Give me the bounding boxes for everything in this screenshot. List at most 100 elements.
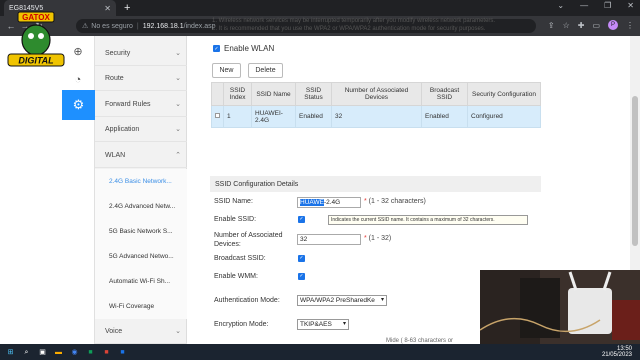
cell-index: 1 (223, 105, 252, 128)
assoc-label-line1: Number of Associated (214, 232, 283, 239)
task-view-icon[interactable]: ▣ (37, 347, 48, 358)
broadcast-ssid-checkbox[interactable]: ✓ (298, 255, 305, 262)
delete-button[interactable]: Delete (248, 63, 283, 78)
auth-mode-select[interactable]: WPA/WPA2 PreSharedKe ▾ (297, 295, 387, 306)
encryption-mode-select[interactable]: TKIP&AES ▾ (297, 319, 349, 330)
submenu-24g-basic[interactable]: 2.4G Basic Network... (95, 169, 187, 194)
cam-router-box (520, 278, 560, 338)
profile-avatar[interactable]: P (608, 20, 618, 30)
menu-item-voice[interactable]: Voice ⌄ (95, 319, 187, 344)
menu-icon[interactable]: ⋮ (626, 21, 634, 30)
search-icon[interactable]: ⌕ (21, 347, 32, 358)
assoc-hint-text: (1 - 32) (368, 235, 392, 242)
warning-icon[interactable]: ⚠ (82, 22, 88, 30)
extensions-icon[interactable]: ✚ (578, 21, 585, 30)
icon-column: ⊕ ◔ ⚙ (62, 36, 95, 344)
encryption-mode-value: TKIP&AES (300, 321, 332, 328)
logo-eye-left (28, 33, 34, 39)
assoc-label-line2: Devices: (214, 241, 241, 248)
table-row[interactable]: 1 HUAWEI-2.4G Enabled 32 Enabled Configu… (211, 105, 541, 128)
menu-label: Forward Rules (105, 100, 151, 108)
new-tab-icon[interactable]: + (124, 2, 130, 14)
enable-ssid-checkbox[interactable]: ✓ (298, 216, 305, 223)
col-broadcast-ssid: Broadcast SSID (421, 82, 468, 106)
row-checkbox[interactable] (215, 113, 220, 118)
cam-red-box (612, 300, 640, 340)
minimize-icon[interactable]: — (580, 1, 588, 10)
clock-date: 21/05/2023 (601, 352, 632, 358)
add-circle-icon[interactable]: ⊕ (70, 44, 86, 60)
maximize-icon[interactable]: ❐ (604, 1, 611, 10)
enable-wmm-checkbox[interactable]: ✓ (298, 273, 305, 280)
taskbar-clock[interactable]: 13:50 21/05/2023 (602, 346, 632, 358)
url-path: /index.asp (183, 22, 216, 30)
logo-cat-head (21, 24, 51, 56)
submenu-24g-advanced[interactable]: 2.4G Advanced Netw... (95, 194, 187, 219)
gear-icon[interactable]: ⚙ (62, 90, 95, 120)
ssid-table-header: SSID Index SSID Name SSID Status Number … (211, 82, 541, 106)
col-associated-devices: Number of Associated Devices (331, 82, 422, 106)
cell-devices: 32 (331, 105, 422, 128)
share-icon[interactable]: ⇪ (548, 21, 555, 30)
notes: 1. Wireless network services may be inte… (212, 17, 495, 33)
close-tab-icon[interactable]: ✕ (104, 4, 111, 13)
cell-broadcast: Enabled (421, 105, 468, 128)
sidepanel-icon[interactable]: ▭ (592, 21, 600, 30)
chrome-icon[interactable]: ◉ (69, 347, 80, 358)
menu-item-application[interactable]: Application ⌄ (95, 117, 187, 142)
scrollbar-thumb[interactable] (632, 96, 638, 246)
enable-wmm-label: Enable WMM: (214, 273, 258, 280)
assoc-devices-input[interactable]: 32 (297, 234, 361, 245)
menu-item-forward-rules[interactable]: Forward Rules ⌄ (95, 92, 187, 117)
ssid-name-input[interactable]: HUAWE-2.4G (297, 197, 361, 208)
chevron-down-icon: ⌄ (175, 126, 181, 133)
enable-wlan-label: Enable WLAN (224, 44, 275, 53)
url-text: 192.168.18.1/index.asp (143, 23, 216, 30)
submenu-5g-basic[interactable]: 5G Basic Network S... (95, 219, 187, 244)
app-icon[interactable]: ■ (85, 347, 96, 358)
menu-item-route[interactable]: Route ⌄ (95, 66, 187, 91)
webcam-overlay (480, 270, 640, 344)
auth-mode-value: WPA/WPA2 PreSharedKe (300, 297, 375, 304)
submenu-auto-wifi-share[interactable]: Automatic Wi-Fi Sh... (95, 269, 187, 294)
chevron-down-icon: ⌄ (175, 50, 181, 57)
enable-wlan-row: ✓ Enable WLAN (213, 44, 274, 53)
ssid-name-hint-text: (1 - 32 characters) (368, 198, 426, 205)
submenu-5g-advanced[interactable]: 5G Advanced Netwo... (95, 244, 187, 269)
menu-item-security[interactable]: Security ⌄ (95, 41, 187, 66)
submenu-wifi-coverage[interactable]: Wi-Fi Coverage (95, 294, 187, 319)
menu-label: Application (105, 125, 140, 133)
star-icon[interactable]: ☆ (563, 21, 570, 30)
chevron-down-icon: ⌄ (175, 101, 181, 108)
chevron-down-icon[interactable]: ⌄ (557, 1, 564, 10)
cell-security: Configured (467, 105, 541, 128)
row-checkbox-cell[interactable] (211, 105, 224, 128)
col-security-config: Security Configuration (467, 82, 541, 106)
ssid-tooltip: Indicates the current SSID name. It cont… (328, 215, 528, 225)
app-icon[interactable]: ■ (117, 347, 128, 358)
config-header: SSID Configuration Details (210, 176, 541, 192)
url-host: 192.168.18.1 (142, 22, 184, 30)
chevron-up-icon: ⌃ (175, 152, 181, 159)
encryption-mode-label: Encryption Mode: (214, 321, 269, 328)
ssid-table: SSID Index SSID Name SSID Status Number … (211, 82, 541, 128)
menu-label: Route (105, 74, 124, 82)
chevron-down-icon: ▾ (342, 321, 346, 327)
col-ssid-name: SSID Name (251, 82, 296, 106)
menu-label: WLAN (105, 151, 126, 159)
clock-icon[interactable]: ◔ (70, 72, 86, 88)
ssid-name-rest: -2.4G (323, 199, 341, 206)
enable-wlan-checkbox[interactable]: ✓ (213, 45, 220, 52)
file-explorer-icon[interactable]: ▬ (53, 347, 64, 358)
menu-label: Security (105, 49, 131, 57)
col-ssid-index: SSID Index (223, 82, 252, 106)
new-button[interactable]: New (212, 63, 241, 78)
chevron-down-icon: ▾ (380, 297, 384, 303)
close-window-icon[interactable]: ✕ (627, 1, 634, 10)
window-controls: ⌄ — ❐ ✕ (557, 1, 634, 10)
menu-label: Voice (105, 327, 123, 335)
windows-icon[interactable]: ⊞ (5, 347, 16, 358)
menu-item-wlan[interactable]: WLAN ⌃ (95, 143, 187, 168)
app-icon[interactable]: ■ (101, 347, 112, 358)
logo-eye-right (38, 33, 44, 39)
